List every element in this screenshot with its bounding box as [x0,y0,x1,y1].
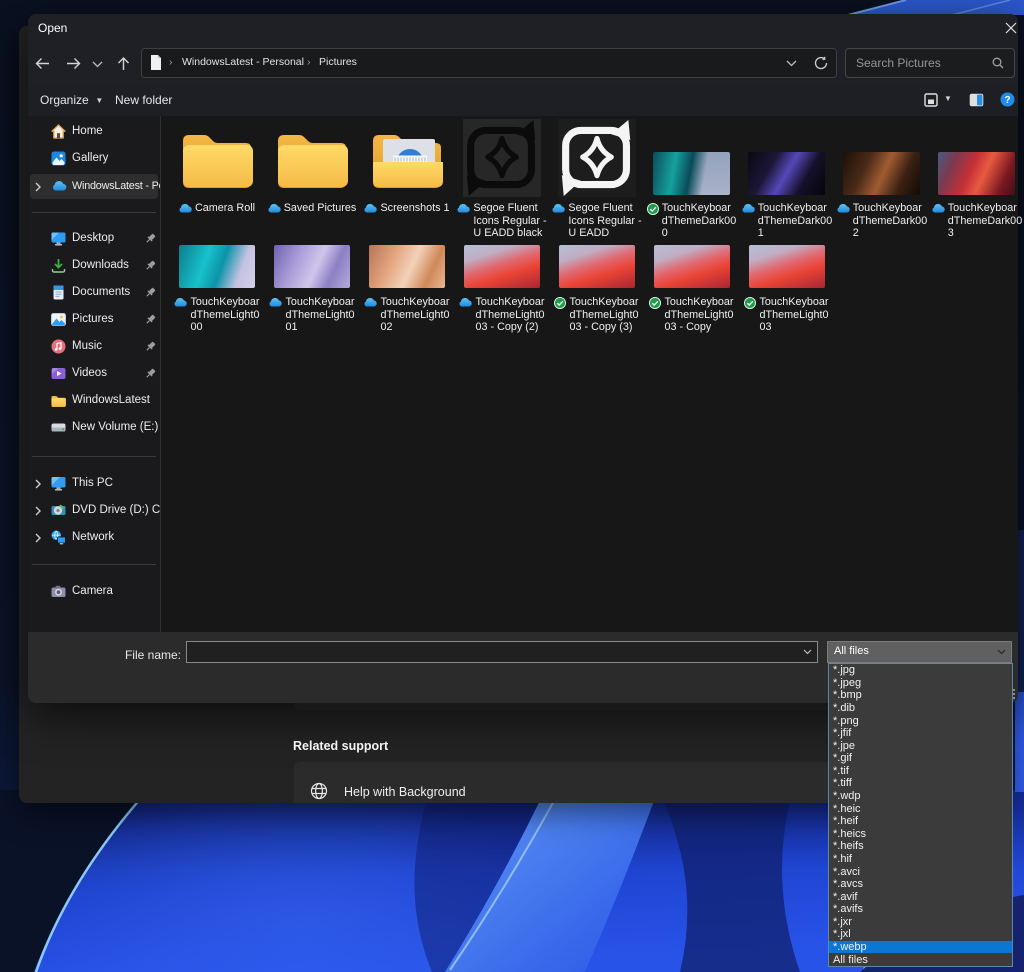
svg-text:?: ? [1004,95,1010,106]
